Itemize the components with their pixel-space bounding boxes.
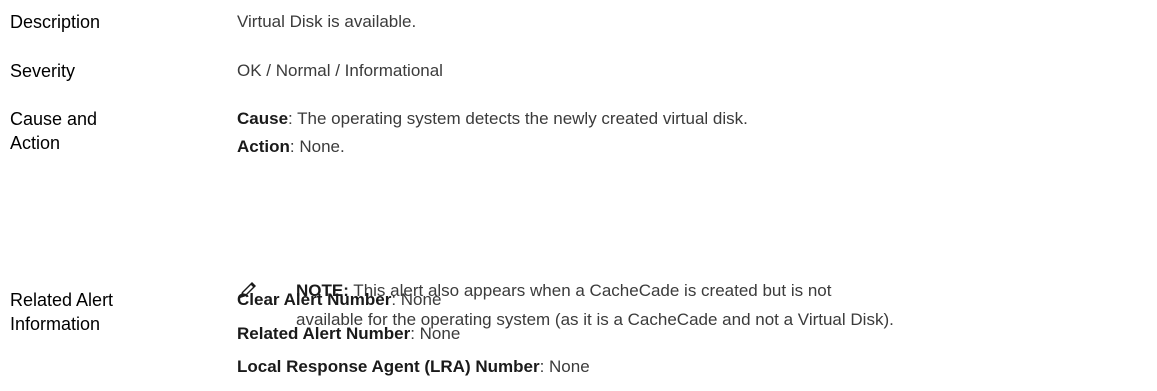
action-line: Action: None. <box>237 135 345 159</box>
cause-action-label-line1: Cause and <box>10 109 98 129</box>
cause-action-label: Cause and Action <box>10 107 210 155</box>
cause-key: Cause <box>237 109 289 128</box>
severity-value: OK / Normal / Informational <box>237 61 443 80</box>
action-text: : None. <box>289 137 345 156</box>
related-alert-info-label-final: Related Alert Information <box>10 288 210 336</box>
cause-action-label-line2: Action <box>10 133 61 153</box>
clear-alert-key: Clear Alert Number <box>237 290 392 309</box>
cause-line: Cause: The operating system detects the … <box>237 107 748 131</box>
lra-key: Local Response Agent (LRA) Number <box>237 357 540 376</box>
related-alert-text: : None <box>410 324 461 343</box>
related-alert-line: Related Alert Number: None <box>237 322 460 346</box>
clear-alert-text: : None <box>391 290 442 309</box>
lra-line: Local Response Agent (LRA) Number: None <box>237 355 590 379</box>
related-alert-key: Related Alert Number <box>237 324 411 343</box>
lra-text: : None <box>539 357 590 376</box>
related-label-line1: Related Alert <box>10 290 114 310</box>
clear-alert-line: Clear Alert Number: None <box>237 288 441 312</box>
related-label-line2: Information <box>10 314 101 334</box>
description-label: Description <box>10 12 101 32</box>
severity-label: Severity <box>10 61 76 81</box>
action-key: Action <box>237 137 290 156</box>
description-value: Virtual Disk is available. <box>237 12 417 31</box>
cause-text: : The operating system detects the newly… <box>288 109 748 128</box>
